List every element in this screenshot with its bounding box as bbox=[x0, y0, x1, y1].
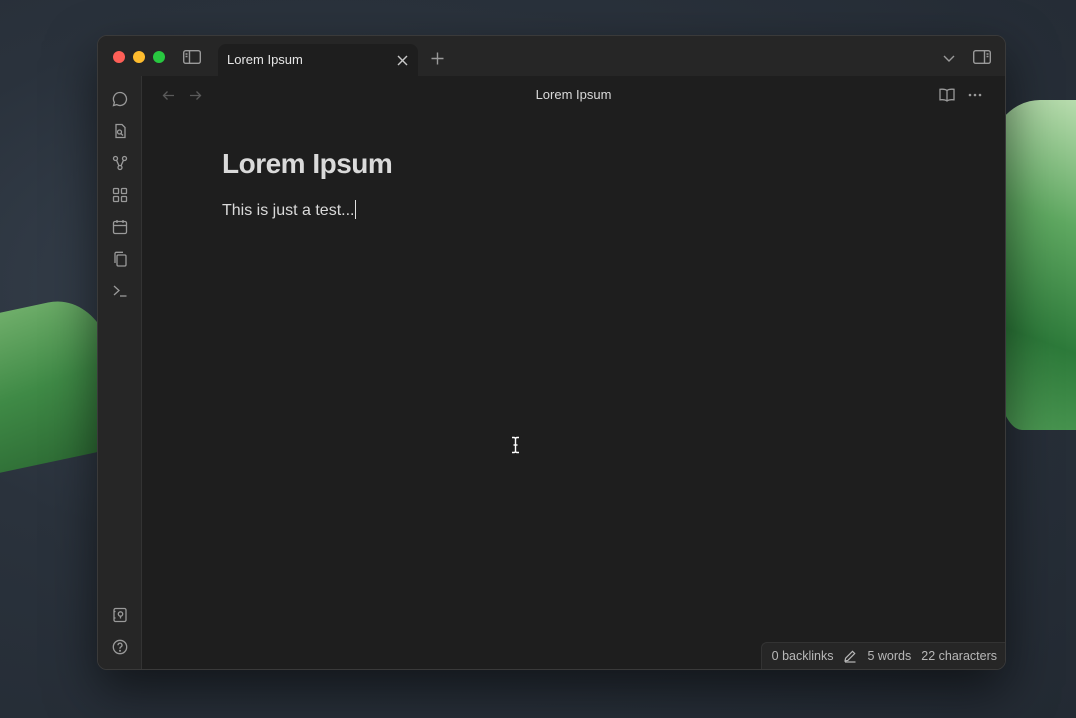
title-bar: Lorem Ipsum bbox=[98, 36, 1005, 76]
tab-lorem-ipsum[interactable]: Lorem Ipsum bbox=[218, 44, 418, 76]
edit-pencil-icon[interactable] bbox=[843, 649, 857, 663]
text-caret bbox=[355, 200, 357, 219]
app-window: Lorem Ipsum Lorem Ipsum Lorem Ipsum This… bbox=[97, 35, 1006, 670]
settings-icon[interactable] bbox=[110, 669, 130, 670]
word-count: 5 words bbox=[867, 649, 912, 663]
file-search-icon[interactable] bbox=[110, 121, 130, 141]
character-count: 22 characters bbox=[921, 649, 997, 663]
reading-view-book-icon[interactable] bbox=[937, 86, 957, 104]
calendar-icon[interactable] bbox=[110, 217, 130, 237]
terminal-icon[interactable] bbox=[110, 281, 130, 301]
tab-label: Lorem Ipsum bbox=[227, 52, 303, 67]
zoom-window-button[interactable] bbox=[153, 51, 165, 63]
left-sidebar-toggle-icon[interactable] bbox=[181, 47, 203, 67]
graph-icon[interactable] bbox=[110, 153, 130, 173]
blocks-icon[interactable] bbox=[110, 185, 130, 205]
chat-icon[interactable] bbox=[110, 89, 130, 109]
more-options-icon[interactable] bbox=[965, 86, 985, 104]
tab-list-chevron-down-icon[interactable] bbox=[940, 50, 958, 66]
close-window-button[interactable] bbox=[113, 51, 125, 63]
view-header-title[interactable]: Lorem Ipsum bbox=[142, 87, 1005, 102]
backlinks-count[interactable]: 0 backlinks bbox=[772, 649, 834, 663]
vault-icon[interactable] bbox=[110, 605, 130, 625]
right-sidebar-toggle-icon[interactable] bbox=[971, 47, 993, 67]
text-cursor-ibeam-icon bbox=[511, 436, 520, 459]
copy-icon[interactable] bbox=[110, 249, 130, 269]
left-ribbon bbox=[98, 76, 142, 669]
note-body[interactable]: This is just a test... bbox=[222, 200, 357, 220]
help-icon[interactable] bbox=[110, 637, 130, 657]
editor-pane: Lorem Ipsum Lorem Ipsum This is just a t… bbox=[142, 76, 1005, 669]
note-body-text: This is just a test... bbox=[222, 202, 355, 219]
minimize-window-button[interactable] bbox=[133, 51, 145, 63]
close-tab-icon[interactable] bbox=[394, 52, 410, 68]
note-title[interactable]: Lorem Ipsum bbox=[222, 148, 393, 180]
new-tab-icon[interactable] bbox=[428, 49, 446, 67]
status-bar: 0 backlinks 5 words 22 characters bbox=[760, 642, 1005, 669]
